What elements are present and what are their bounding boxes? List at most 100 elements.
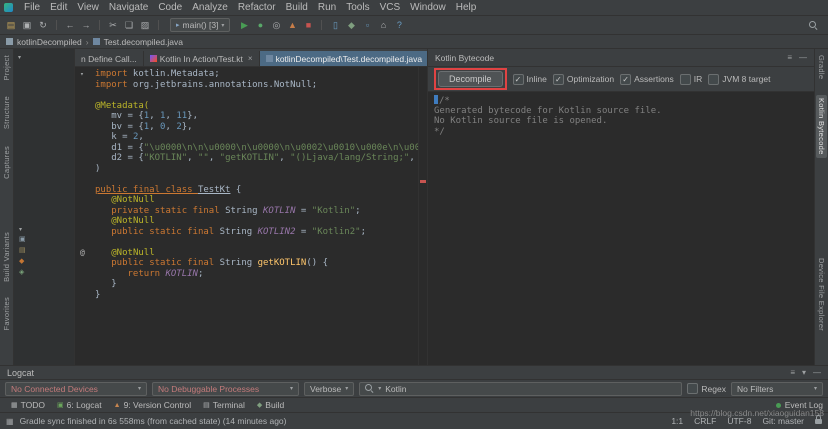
editor-tab-n-define-call[interactable]: n Define Call...: [75, 51, 144, 66]
menu-analyze[interactable]: Analyze: [187, 2, 233, 13]
status-crlf[interactable]: CRLF: [694, 416, 716, 426]
open-project-icon[interactable]: ▤: [4, 18, 18, 32]
right-tool-strip: Gradle Kotlin Bytecode Device File Explor…: [814, 49, 828, 365]
toolwindow-bar: ▦ TODO ▣ 6: Logcat ▲ 9: Version Control ▤ Termi…: [0, 397, 828, 412]
tool-button-project[interactable]: Project: [2, 55, 11, 80]
menu-code[interactable]: Code: [153, 2, 187, 13]
sdk-manager-icon[interactable]: ⌂: [376, 18, 390, 32]
editor-tab-kotlindecompiled-test-decompiled-java[interactable]: kotlinDecompiled\Test.decompiled.java×: [259, 51, 427, 66]
gutter: [75, 132, 95, 143]
toolwindow-switcher-icon[interactable]: ▦: [6, 417, 14, 426]
file-icon: [92, 38, 100, 45]
right-strip-top-group: Gradle Kotlin Bytecode: [816, 55, 827, 158]
gutter-annotation-icon[interactable]: @: [75, 248, 95, 259]
device-selector[interactable]: No Connected Devices ▾: [5, 381, 147, 396]
settings-icon[interactable]: ≡: [787, 53, 792, 62]
paste-icon[interactable]: ▨: [138, 18, 152, 32]
copy-icon[interactable]: ❏: [122, 18, 136, 32]
close-icon[interactable]: ×: [248, 54, 253, 63]
decompile-button[interactable]: Decompile: [438, 71, 503, 87]
tool-button-build-variants[interactable]: Build Variants: [2, 232, 11, 282]
status-git-master[interactable]: Git: master: [762, 416, 804, 426]
logcat-search-input[interactable]: ▾ Kotlin: [359, 381, 683, 396]
code-line: @NotNull: [75, 216, 418, 227]
menu-file[interactable]: File: [19, 2, 45, 13]
tool-button-captures[interactable]: Captures: [2, 146, 11, 179]
toolwindow-button-terminal[interactable]: ▤ Terminal: [197, 398, 251, 412]
save-all-icon[interactable]: ▣: [20, 18, 34, 32]
menu-run[interactable]: Run: [313, 2, 341, 13]
logcat-settings-icon[interactable]: ≡: [790, 368, 795, 377]
back-icon[interactable]: ←: [63, 18, 77, 32]
option-ir[interactable]: IR: [679, 73, 702, 85]
tool-button-gradle[interactable]: Gradle: [817, 55, 826, 79]
coverage-icon[interactable]: ◎: [269, 18, 283, 32]
toolbar-separator: [99, 20, 100, 30]
java-file-icon: [265, 55, 273, 62]
menu-vcs[interactable]: VCS: [375, 2, 406, 13]
menu-edit[interactable]: Edit: [45, 2, 72, 13]
editor-scrollbar[interactable]: [418, 67, 427, 365]
device-manager-icon[interactable]: ▯: [328, 18, 342, 32]
lock-icon[interactable]: [815, 414, 822, 424]
forward-icon[interactable]: →: [79, 18, 93, 32]
chevron-down-icon: ▾: [289, 386, 293, 392]
hide-panel-icon[interactable]: —: [799, 53, 807, 62]
cut-icon[interactable]: ✂: [106, 18, 120, 32]
bytecode-content[interactable]: /* Generated bytecode for Kotlin source f…: [428, 92, 814, 365]
gutter: [75, 143, 95, 154]
menu-view[interactable]: View: [72, 2, 104, 13]
code-lines[interactable]: ▾ import kotlin.Metadata; import org.jetbr…: [75, 67, 418, 365]
profiler-icon[interactable]: ▲: [285, 18, 299, 32]
option-optimization[interactable]: ✓ Optimization: [552, 73, 614, 85]
option-jvm-8-target[interactable]: JVM 8 target: [708, 73, 770, 85]
tool-button-kotlin-bytecode[interactable]: Kotlin Bytecode: [816, 95, 827, 158]
status-1-1[interactable]: 1:1: [671, 416, 683, 426]
avd-manager-icon[interactable]: ▫: [360, 18, 374, 32]
logcat-collapse-icon[interactable]: ▾: [802, 368, 806, 377]
run-config-combo[interactable]: ▸ main() [3] ▾: [170, 18, 231, 32]
help-icon[interactable]: ?: [392, 18, 406, 32]
project-panel[interactable]: ▾ ▾ ▣ ▤ ◆ ◈: [14, 49, 75, 365]
breadcrumb-file[interactable]: Test.decompiled.java: [104, 37, 183, 47]
regex-checkbox[interactable]: Regex: [687, 383, 726, 394]
stop-icon[interactable]: ■: [301, 18, 315, 32]
gradle-sync-icon[interactable]: ◆: [344, 18, 358, 32]
process-selector[interactable]: No Debuggable Processes ▾: [152, 381, 299, 396]
debug-icon[interactable]: ●: [253, 18, 267, 32]
breadcrumb-project[interactable]: kotlinDecompiled: [17, 37, 82, 47]
tool-button-favorites[interactable]: Favorites: [2, 297, 11, 331]
menu-window[interactable]: Window: [405, 2, 451, 13]
status-utf-8[interactable]: UTF-8: [727, 416, 751, 426]
menu-refactor[interactable]: Refactor: [233, 2, 281, 13]
search-everywhere-icon[interactable]: [809, 20, 818, 30]
menu-navigate[interactable]: Navigate: [104, 2, 153, 13]
option-assertions[interactable]: ✓ Assertions: [620, 73, 674, 85]
sync-icon[interactable]: ↻: [36, 18, 50, 32]
option-inline[interactable]: ✓ Inline: [512, 73, 547, 85]
editor[interactable]: ▾ import kotlin.Metadata; import org.jetbr…: [75, 67, 427, 365]
toolwindow-button-todo[interactable]: ▦ TODO: [5, 398, 51, 412]
menu-build[interactable]: Build: [281, 2, 313, 13]
event-log-button[interactable]: Event Log: [775, 400, 823, 410]
tool-button-structure[interactable]: Structure: [2, 96, 11, 129]
toolwindow-button-build[interactable]: ◆ Build: [251, 398, 290, 412]
code-line: public static final String getKOTLIN() {: [75, 258, 418, 269]
logcat-minimize-icon[interactable]: —: [813, 368, 821, 377]
tree-root-expand-icon[interactable]: ▾: [18, 54, 21, 61]
editor-tab-kotlin-in-action-test-kt[interactable]: Kotlin In Action/Test.kt ×: [144, 51, 260, 66]
log-filter-selector[interactable]: No Filters ▾: [731, 381, 823, 396]
toolwindow-button-6-logcat[interactable]: ▣ 6: Logcat: [51, 398, 108, 412]
todo-icon: ▦: [11, 402, 18, 409]
left-tool-strip: Project Structure Captures Build Variants F…: [0, 49, 14, 365]
menu-tools[interactable]: Tools: [341, 2, 374, 13]
menu-help[interactable]: Help: [451, 2, 482, 13]
run-icon[interactable]: ▶: [237, 18, 251, 32]
status-message[interactable]: Gradle sync finished in 6s 558ms (from c…: [20, 416, 287, 426]
toolbar-separator: [56, 20, 57, 30]
fold-icon[interactable]: ▾: [75, 69, 95, 80]
tree-node-expand-icon[interactable]: ▾: [19, 226, 26, 233]
log-level-selector[interactable]: Verbose ▾: [304, 381, 355, 396]
toolwindow-button-9-version-control[interactable]: ▲ 9: Version Control: [108, 398, 198, 412]
tool-button-device-file-explorer[interactable]: Device File Explorer: [817, 258, 826, 331]
